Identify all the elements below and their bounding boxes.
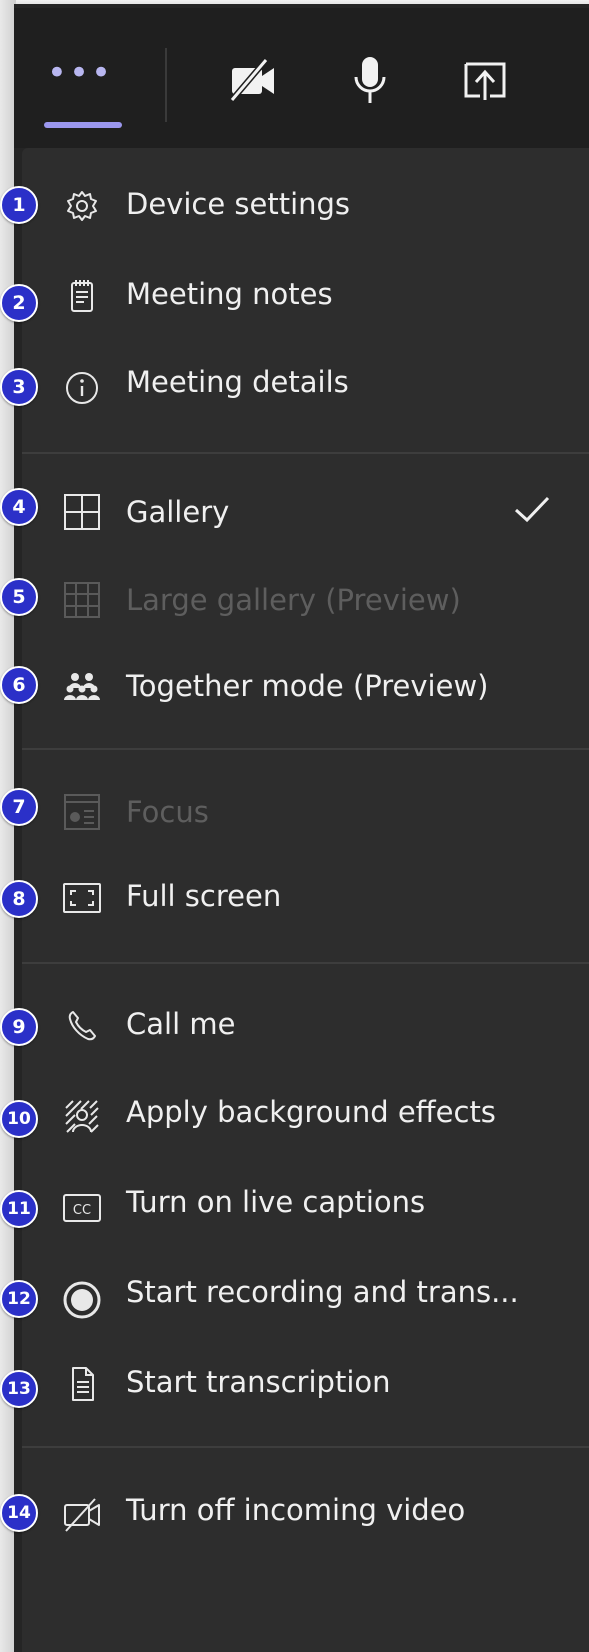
callout-badge: 1 [0, 186, 38, 224]
toolbar-divider [165, 48, 167, 122]
callout-badge: 4 [0, 488, 38, 526]
callout-badge: 8 [0, 880, 38, 918]
menu-divider [22, 1446, 589, 1448]
menu-item-device-settings[interactable]: 1 Device settings [0, 172, 589, 252]
more-actions-button[interactable]: ••• [40, 48, 120, 98]
callout-badge: 13 [0, 1370, 38, 1408]
menu-item-label: Start recording and trans... [126, 1275, 519, 1309]
info-icon [62, 368, 102, 408]
menu-item-together-mode[interactable]: 6 Together mode (Preview) [0, 664, 589, 744]
share-content-button[interactable] [450, 50, 520, 110]
callout-badge: 14 [0, 1494, 38, 1532]
camera-toggle-button[interactable] [218, 50, 288, 110]
menu-item-gallery[interactable]: 4 Gallery [0, 488, 589, 568]
menu-item-label: Focus [126, 795, 209, 829]
focus-icon [62, 792, 102, 832]
menu-divider [22, 962, 589, 964]
captions-icon: CC [62, 1188, 102, 1228]
active-indicator [44, 122, 122, 128]
more-dots-icon: ••• [46, 53, 114, 93]
callout-badge: 10 [0, 1100, 38, 1138]
menu-item-start-recording[interactable]: 12 Start recording and trans... [0, 1274, 589, 1354]
notes-icon [62, 276, 102, 316]
menu-item-label: Device settings [126, 187, 351, 221]
phone-icon [62, 1006, 102, 1046]
callout-badge: 7 [0, 788, 38, 826]
menu-item-label: Meeting details [126, 365, 349, 399]
callout-badge: 2 [0, 284, 38, 322]
menu-item-turn-off-incoming-video[interactable]: 14 Turn off incoming video [0, 1493, 589, 1574]
checkmark-icon [512, 490, 552, 530]
menu-item-label: Call me [126, 1007, 236, 1041]
gear-icon [62, 186, 102, 226]
microphone-button[interactable] [340, 50, 400, 110]
menu-item-call-me[interactable]: 9 Call me [0, 1006, 589, 1086]
together-mode-icon [62, 666, 102, 706]
video-off-icon [229, 58, 274, 102]
callout-badge: 6 [0, 666, 38, 704]
menu-item-label: Full screen [126, 879, 282, 913]
callout-badge: 3 [0, 368, 38, 406]
menu-item-start-transcription[interactable]: 13 Start transcription [0, 1364, 589, 1444]
gallery-grid-icon [62, 492, 102, 532]
share-tray-icon [464, 62, 506, 100]
callout-badge: 11 [0, 1190, 38, 1228]
menu-item-label: Gallery [126, 495, 230, 529]
menu-item-background-effects[interactable]: 10 Apply background effects [0, 1094, 589, 1174]
menu-item-label: Apply background effects [126, 1095, 496, 1129]
menu-item-full-screen[interactable]: 8 Full screen [0, 876, 589, 956]
menu-item-meeting-details[interactable]: 3 Meeting details [0, 352, 589, 432]
microphone-icon [354, 57, 386, 103]
menu-item-label: Large gallery (Preview) [126, 583, 461, 617]
menu-item-label: Meeting notes [126, 277, 333, 311]
callout-badge: 9 [0, 1008, 38, 1046]
menu-item-label: Start transcription [126, 1365, 391, 1399]
callout-badge: 5 [0, 578, 38, 616]
record-icon [62, 1280, 102, 1320]
menu-item-label: Turn off incoming video [126, 1493, 466, 1527]
callout-badge: 12 [0, 1280, 38, 1318]
transcript-icon [62, 1364, 102, 1404]
menu-item-focus[interactable]: 7 Focus [0, 788, 589, 868]
menu-divider [22, 748, 589, 750]
full-screen-icon [62, 878, 102, 918]
menu-item-meeting-notes[interactable]: 2 Meeting notes [0, 264, 589, 344]
svg-text:CC: CC [73, 1203, 91, 1218]
menu-item-label: Turn on live captions [126, 1185, 426, 1219]
large-gallery-icon [62, 580, 102, 620]
menu-item-large-gallery[interactable]: 5 Large gallery (Preview) [0, 578, 589, 658]
incoming-video-off-icon [62, 1494, 102, 1534]
menu-divider [22, 452, 589, 454]
menu-item-label: Together mode (Preview) [126, 669, 489, 703]
background-effects-icon [62, 1096, 102, 1136]
menu-item-live-captions[interactable]: 11 CC Turn on live captions [0, 1184, 589, 1264]
